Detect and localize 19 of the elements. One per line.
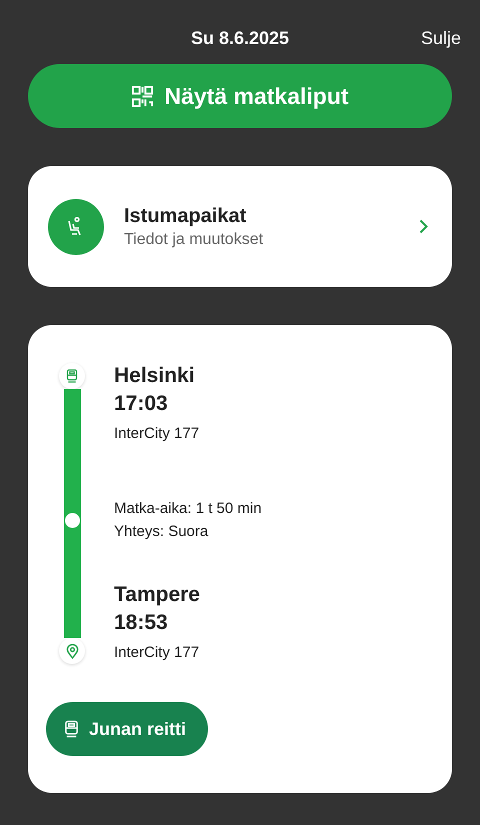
location-pin-icon <box>66 644 78 658</box>
departure-time: 17:03 <box>114 391 169 417</box>
departure-time: 18:53 <box>114 610 169 636</box>
connection-type: Yhteys: Suora <box>114 522 210 542</box>
train-icon <box>66 369 78 383</box>
seats-card[interactable]: Istumapaikat Tiedot ja muutokset <box>28 166 452 287</box>
station-name: Helsinki <box>114 363 196 389</box>
train-route-button[interactable]: Junan reitti <box>46 702 208 756</box>
train-icon <box>64 720 79 738</box>
seats-subtitle: Tiedot ja muutokset <box>124 230 264 250</box>
seats-title: Istumapaikat <box>124 204 248 228</box>
station-name: Tampere <box>114 582 201 608</box>
travel-duration: Matka-aika: 1 t 50 min <box>114 499 262 519</box>
close-link[interactable]: Sulje <box>420 26 461 50</box>
train-name: InterCity 177 <box>114 424 200 444</box>
train-name: InterCity 177 <box>114 643 200 663</box>
date-label: Su 8.6.2025 <box>190 27 290 50</box>
chevron-right-icon <box>419 219 428 234</box>
qr-code-icon <box>131 84 154 108</box>
